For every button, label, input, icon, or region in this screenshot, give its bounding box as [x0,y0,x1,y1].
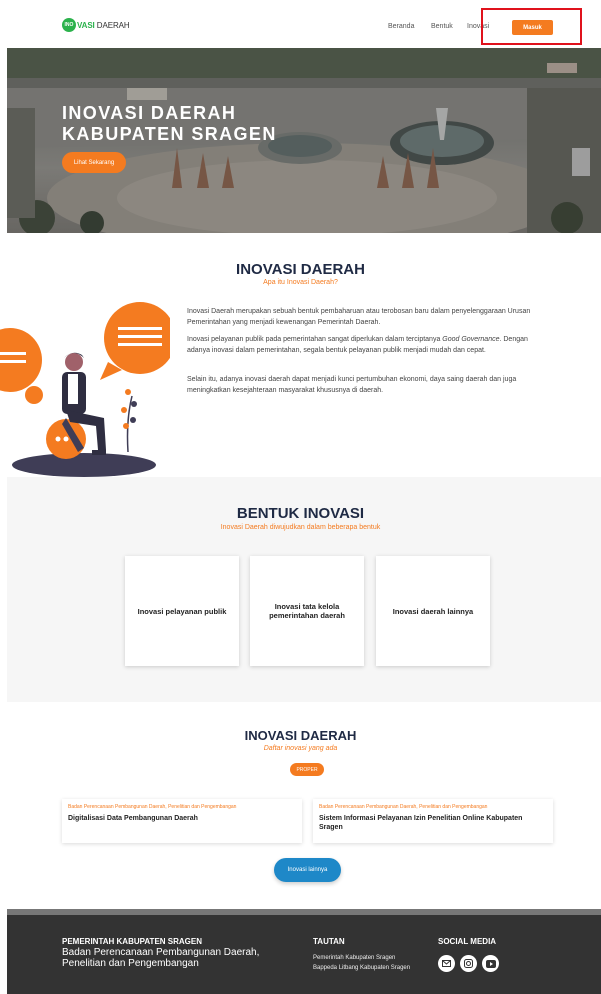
about-paragraph-2: Inovasi pelayanan publik pada pemerintah… [187,336,528,354]
navbar: INO VASI DAERAH Beranda Bentuk Inovasi M… [0,0,601,48]
nav-link-beranda[interactable]: Beranda [388,23,414,30]
footer-org-line-2: Penelitian dan Pengembangan [62,958,199,969]
innovation-title: Sistem Informasi Pelayanan Izin Peneliti… [319,815,523,831]
about-title: INOVASI DAERAH [236,261,365,278]
footer-link-pemkab[interactable]: Pemerintah Kabupaten Sragen [313,955,395,961]
about-paragraph-1: Inovasi Daerah merupakan sebuah bentuk p… [187,308,531,326]
instagram-icon[interactable] [460,955,477,972]
site-logo[interactable]: INO VASI DAERAH [62,18,130,32]
bentuk-card-tata-kelola[interactable]: Inovasi tata kelola pemerintahan daerah [250,556,364,666]
footer-social-heading: SOCIAL MEDIA [438,937,497,946]
footer-org-heading: PEMERINTAH KABUPATEN SRAGEN [62,937,203,946]
filter-proper-button[interactable]: PROPER [290,763,324,776]
login-button[interactable]: Masuk [512,20,553,35]
bentuk-card-lainnya[interactable]: Inovasi daerah lainnya [376,556,490,666]
hero-cta-button[interactable]: Lihat Sekarang [62,152,126,173]
about-subtitle: Apa itu Inovasi Daerah? [263,279,338,286]
mail-icon[interactable] [438,955,455,972]
youtube-icon[interactable] [482,955,499,972]
footer-tautan-heading: TAUTAN [313,937,345,946]
logo-mark: INO [62,18,76,32]
nav-link-inovasi[interactable]: Inovasi [467,23,489,30]
hero-banner: INOVASI DAERAH KABUPATEN SRAGEN Lihat Se… [7,48,601,233]
nav-link-bentuk[interactable]: Bentuk [431,23,453,30]
bentuk-title: BENTUK INOVASI [236,505,365,522]
about-paragraph-3: Selain itu, adanya inovasi daerah dapat … [187,376,517,394]
innovation-org: Badan Perencanaan Pembangunan Daerah, Pe… [319,804,488,810]
daftar-title: INOVASI DAERAH [244,728,357,743]
innovation-card[interactable]: Badan Perencanaan Pembangunan Daerah, Pe… [313,799,553,843]
about-illustration [0,302,170,477]
daftar-subtitle: Daftar inovasi yang ada [263,745,338,752]
innovation-org: Badan Perencanaan Pembangunan Daerah, Pe… [68,804,237,810]
bentuk-subtitle: Inovasi Daerah diwujudkan dalam beberapa… [220,524,381,531]
footer-org-line-1: Badan Perencanaan Pembangunan Daerah, [62,947,260,958]
hero-title: INOVASI DAERAH KABUPATEN SRAGEN [62,103,277,144]
logo-text: VASI DAERAH [77,20,130,30]
bentuk-card-pelayanan[interactable]: Inovasi pelayanan publik [125,556,239,666]
innovation-title: Digitalisasi Data Pembangunan Daerah [68,815,198,822]
innovation-card[interactable]: Badan Perencanaan Pembangunan Daerah, Pe… [62,799,302,843]
footer-link-bappeda[interactable]: Bappeda Litbang Kabupaten Sragen [313,965,410,971]
more-innovations-button[interactable]: Inovasi lainnya [274,858,341,882]
